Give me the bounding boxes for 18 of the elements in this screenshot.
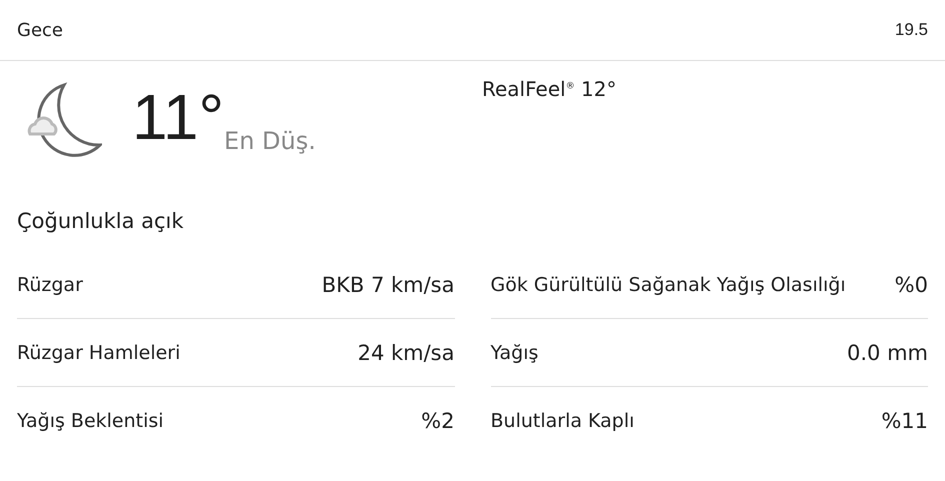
detail-value: BKB 7 km/sa bbox=[322, 272, 454, 296]
condition-text: Çoğunlukla açık bbox=[16, 208, 185, 235]
temperature-label: En Düş. bbox=[224, 127, 316, 155]
detail-label: Gök Gürültülü Sağanak Yağış Olasılığı bbox=[490, 274, 846, 296]
detail-label: Yağış bbox=[490, 342, 538, 364]
detail-label: Rüzgar bbox=[17, 274, 83, 296]
detail-value: 0.0 mm bbox=[847, 340, 928, 364]
detail-label: Bulutlarla Kaplı bbox=[490, 410, 634, 432]
detail-label: Rüzgar Hamleleri bbox=[17, 342, 180, 364]
realfeel-label: RealFeel$^{®}$ 12° bbox=[482, 77, 617, 101]
detail-label: Yağış Beklentisi bbox=[17, 410, 164, 432]
detail-value: %11 bbox=[881, 408, 928, 432]
detail-value: %2 bbox=[421, 408, 454, 432]
period-title: Gece bbox=[17, 20, 63, 40]
date-label: 19.5 bbox=[894, 20, 928, 40]
detail-value: 24 km/sa bbox=[358, 340, 454, 364]
temperature-value: 11° bbox=[132, 85, 224, 149]
detail-value: %0 bbox=[894, 272, 928, 296]
